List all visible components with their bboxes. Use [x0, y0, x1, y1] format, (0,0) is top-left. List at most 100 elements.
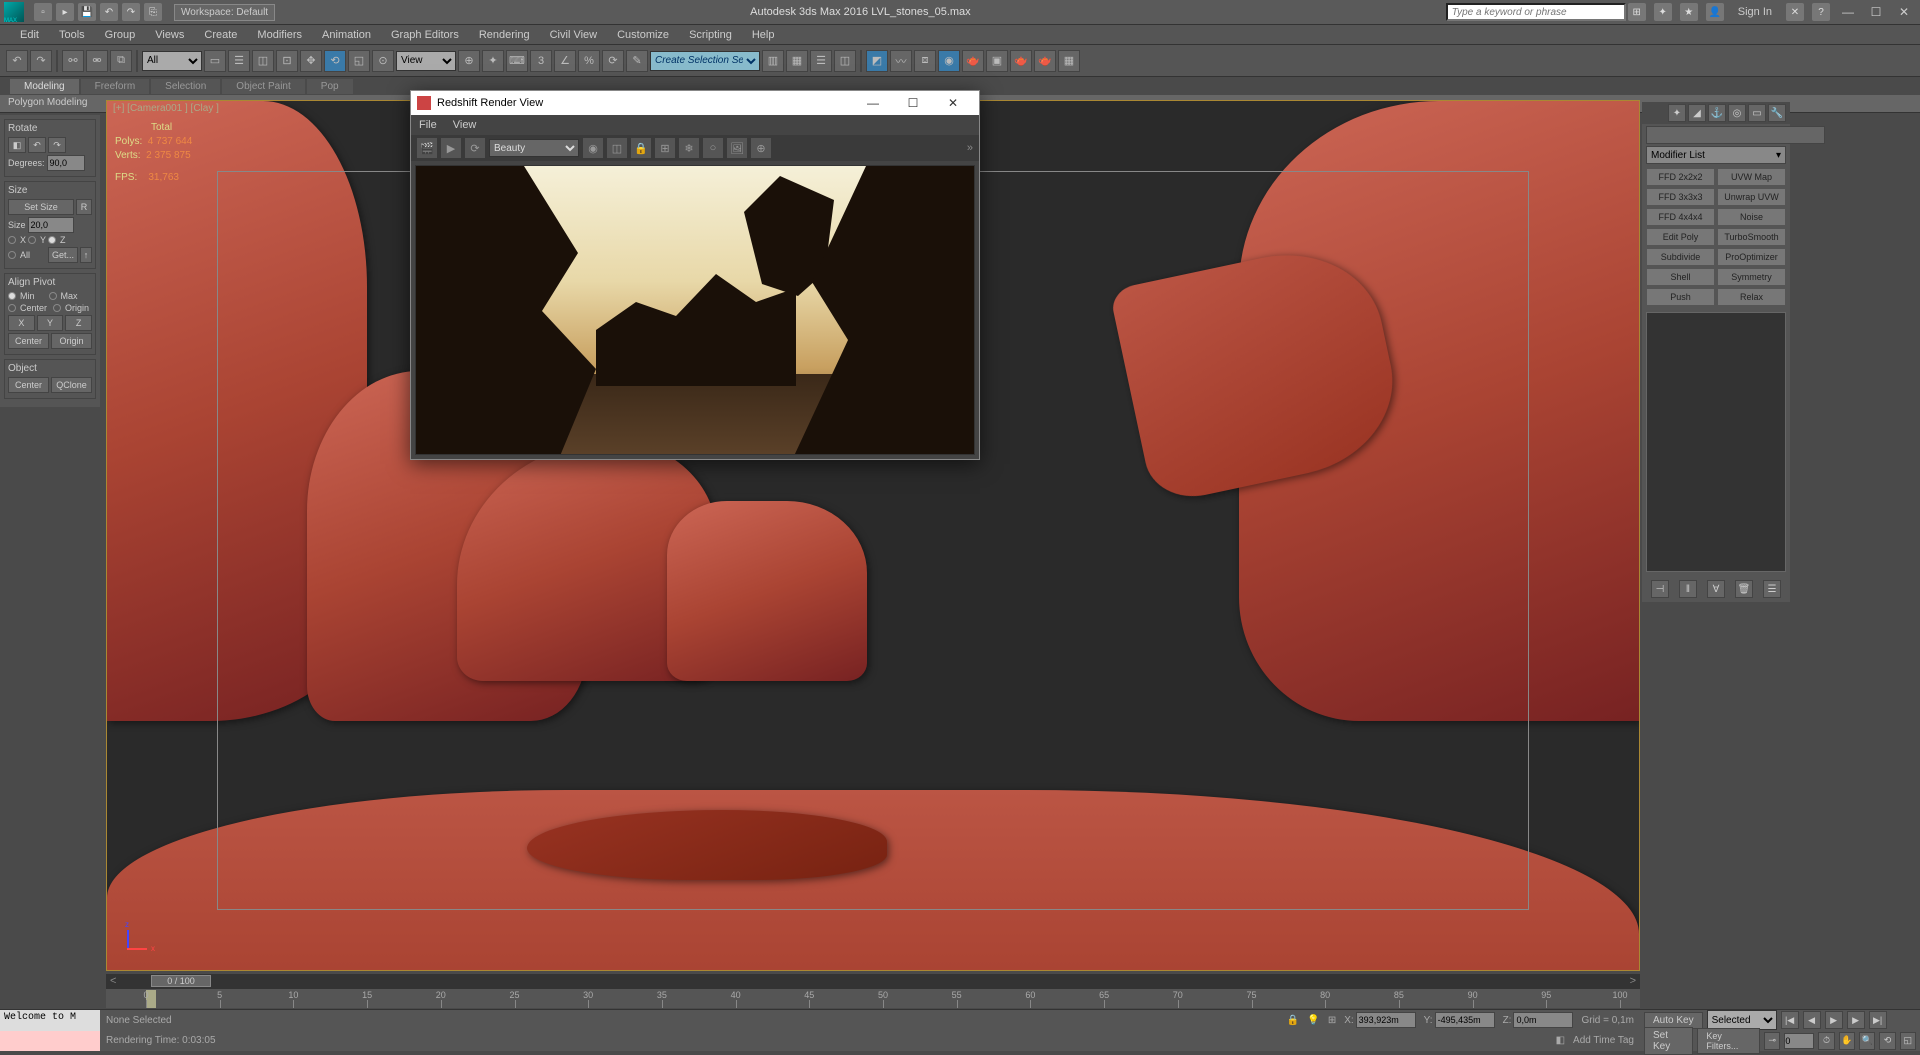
menu-modifiers[interactable]: Modifiers [257, 29, 302, 41]
nav-zoom-icon[interactable]: 🔍 [1859, 1032, 1875, 1050]
cmd-create-icon[interactable]: ✦ [1668, 104, 1686, 122]
curve-editor-button[interactable]: 〰 [890, 50, 912, 72]
menu-views[interactable]: Views [155, 29, 184, 41]
lock-icon[interactable]: 🔒 [1287, 1015, 1299, 1026]
manipulate-button[interactable]: ✦ [482, 50, 504, 72]
align-center-radio[interactable] [8, 304, 16, 312]
rs-add-icon[interactable]: ⊕ [751, 138, 771, 158]
get-button[interactable]: Get... [48, 247, 78, 263]
signin-link[interactable]: Sign In [1738, 6, 1772, 18]
rs-render-view[interactable] [415, 165, 975, 455]
nav-orbit-icon[interactable]: ⟲ [1879, 1032, 1895, 1050]
rs-maximize-button[interactable]: ☐ [893, 92, 933, 114]
app-logo[interactable] [4, 2, 24, 22]
select-scale-button[interactable]: ◱ [348, 50, 370, 72]
time-config-icon[interactable]: ⏱ [1818, 1032, 1834, 1050]
modifier-list-dropdown[interactable]: Modifier List▾ [1646, 146, 1786, 164]
menu-rendering[interactable]: Rendering [479, 29, 530, 41]
rs-crop-icon[interactable]: ◫ [607, 138, 627, 158]
modifier-btn-shell[interactable]: Shell [1646, 268, 1715, 286]
layers-button[interactable]: ☰ [810, 50, 832, 72]
select-name-button[interactable]: ☰ [228, 50, 250, 72]
edit-named-sel-button[interactable]: ✎ [626, 50, 648, 72]
rs-play-icon[interactable]: ▶ [441, 138, 461, 158]
cmd-hierarchy-icon[interactable]: ⚓ [1708, 104, 1726, 122]
rs-ipr-icon[interactable]: ◉ [583, 138, 603, 158]
pin-stack-icon[interactable]: ⊣ [1651, 580, 1669, 598]
align-min-radio[interactable] [8, 292, 16, 300]
material-editor-button[interactable]: ◉ [938, 50, 960, 72]
ribbon-tab-selection[interactable]: Selection [151, 79, 220, 94]
rs-grid-icon[interactable]: ⊞ [655, 138, 675, 158]
percent-snap-button[interactable]: % [578, 50, 600, 72]
snap-toggle-button[interactable]: 3 [530, 50, 552, 72]
keyfilters-button[interactable]: Key Filters... [1697, 1028, 1760, 1054]
object-name-input[interactable] [1646, 126, 1825, 144]
align-y-button[interactable]: Y [37, 315, 64, 331]
unlink-button[interactable]: ⚮ [86, 50, 108, 72]
viewport-label[interactable]: [+] [Camera001 ] [Clay ] [113, 103, 219, 114]
menu-civilview[interactable]: Civil View [550, 29, 597, 41]
undo-icon[interactable]: ↶ [100, 3, 118, 21]
menu-edit[interactable]: Edit [20, 29, 39, 41]
size-x-radio[interactable] [8, 236, 16, 244]
exchange-icon[interactable]: ✕ [1786, 3, 1804, 21]
maxscript-output[interactable] [0, 1031, 100, 1052]
modifier-btn-subdivide[interactable]: Subdivide [1646, 248, 1715, 266]
minimize-button[interactable]: — [1836, 3, 1860, 21]
save-icon[interactable]: 💾 [78, 3, 96, 21]
menu-animation[interactable]: Animation [322, 29, 371, 41]
bind-button[interactable]: ⧉ [110, 50, 132, 72]
modifier-btn-unwrap-uvw[interactable]: Unwrap UVW [1717, 188, 1786, 206]
undo-button[interactable]: ↶ [6, 50, 28, 72]
key-mode-icon[interactable]: ⊸ [1764, 1032, 1780, 1050]
align-button[interactable]: ▦ [786, 50, 808, 72]
menu-customize[interactable]: Customize [617, 29, 669, 41]
select-rotate-button[interactable]: ⟲ [324, 50, 346, 72]
object-center-button[interactable]: Center [8, 377, 49, 393]
window-crossing-button[interactable]: ⊡ [276, 50, 298, 72]
modifier-btn-ffd-4x4x4[interactable]: FFD 4x4x4 [1646, 208, 1715, 226]
render-activeshade-button[interactable]: ▦ [1058, 50, 1080, 72]
nav-pan-icon[interactable]: ✋ [1839, 1032, 1855, 1050]
selection-filter[interactable]: All [142, 51, 202, 71]
menu-grapheditors[interactable]: Graph Editors [391, 29, 459, 41]
rs-pass-dropdown[interactable]: Beauty [489, 139, 579, 157]
modifier-btn-push[interactable]: Push [1646, 288, 1715, 306]
angle-snap-button[interactable]: ∠ [554, 50, 576, 72]
redo-icon[interactable]: ↷ [122, 3, 140, 21]
cmd-motion-icon[interactable]: ◎ [1728, 104, 1746, 122]
object-qclone-button[interactable]: QClone [51, 377, 92, 393]
modifier-btn-uvw-map[interactable]: UVW Map [1717, 168, 1786, 186]
play-icon[interactable]: ▶ [1825, 1011, 1843, 1029]
menu-group[interactable]: Group [105, 29, 136, 41]
make-unique-icon[interactable]: ∀ [1707, 580, 1725, 598]
maxscript-listener[interactable]: Welcome to M [0, 1010, 100, 1031]
ribbon-tab-pop[interactable]: Pop [307, 79, 353, 94]
size-all-radio[interactable] [8, 251, 16, 259]
goto-start-icon[interactable]: |◀ [1781, 1011, 1799, 1029]
help-icon[interactable]: ? [1812, 3, 1830, 21]
align-max-radio[interactable] [49, 292, 57, 300]
workspace-selector[interactable]: Workspace: Default [174, 4, 275, 21]
redshift-window[interactable]: Redshift Render View — ☐ ✕ File View 🎬 ▶… [410, 90, 980, 460]
refcoord-dropdown[interactable]: View [396, 51, 456, 71]
search-input[interactable] [1446, 3, 1626, 21]
user-icon[interactable]: 👤 [1706, 3, 1724, 21]
align-center-button[interactable]: Center [8, 333, 49, 349]
modifier-stack[interactable] [1646, 312, 1786, 572]
modifier-btn-ffd-2x2x2[interactable]: FFD 2x2x2 [1646, 168, 1715, 186]
render-iterative-button[interactable]: 🫖 [1034, 50, 1056, 72]
setkey-button[interactable]: Set Key [1644, 1027, 1693, 1055]
degrees-input[interactable] [47, 155, 85, 171]
setsize-button[interactable]: Set Size [8, 199, 74, 215]
keyboard-shortcut-button[interactable]: ⌨ [506, 50, 528, 72]
spinner-snap-button[interactable]: ⟳ [602, 50, 624, 72]
size-r-button[interactable]: R [76, 199, 92, 215]
rs-circle-icon[interactable]: ○ [703, 138, 723, 158]
modifier-btn-symmetry[interactable]: Symmetry [1717, 268, 1786, 286]
rotate-ccw-icon[interactable]: ↶ [28, 137, 46, 153]
selection-lock-icon[interactable]: ⊞ [1328, 1015, 1336, 1026]
rotate-icon[interactable]: ◧ [8, 137, 26, 153]
size-input[interactable] [28, 217, 74, 233]
